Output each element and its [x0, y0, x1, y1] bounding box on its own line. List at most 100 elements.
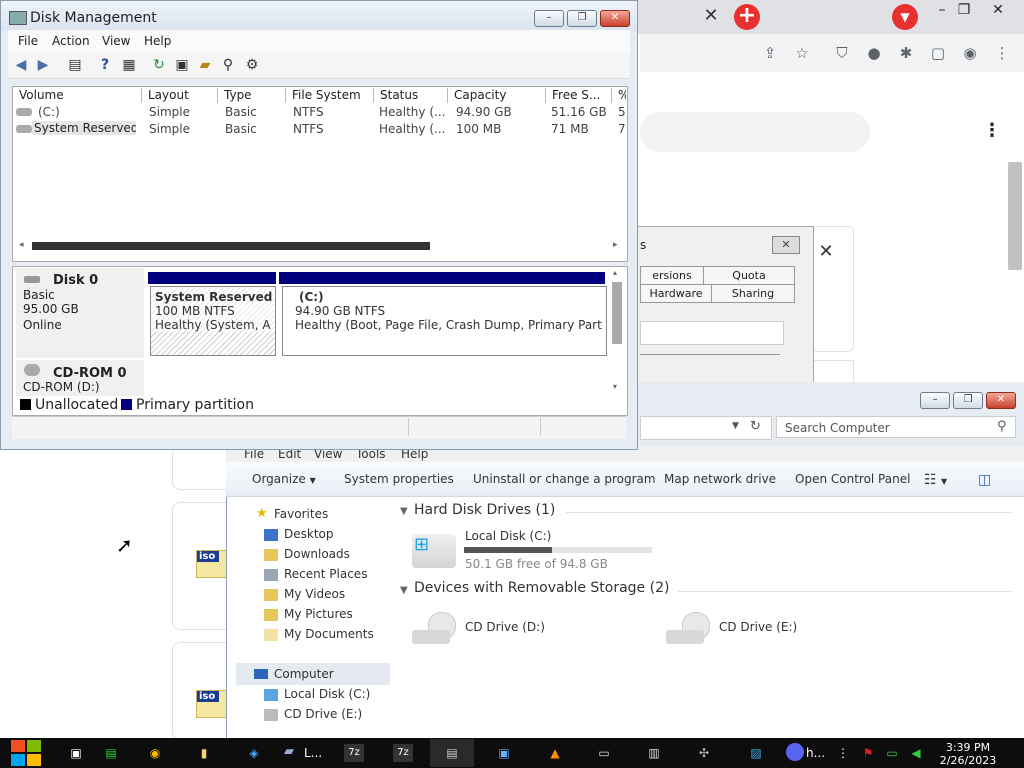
- volume-icon[interactable]: ◀: [906, 744, 926, 762]
- open-control-panel-button[interactable]: Open Control Panel: [795, 472, 910, 486]
- taskbar-clock[interactable]: 3:39 PM 2/26/2023: [928, 741, 1008, 767]
- menu-help[interactable]: Help: [144, 34, 171, 48]
- tab-sharing[interactable]: Sharing: [711, 284, 795, 303]
- side-panel-icon[interactable]: ▢: [928, 44, 948, 62]
- task-view-icon[interactable]: ▣: [66, 744, 86, 762]
- tab-previous-versions[interactable]: ersions: [640, 266, 704, 285]
- view-options-icon[interactable]: ☷ ▼: [924, 472, 947, 488]
- browser-restore-icon[interactable]: ❐: [950, 2, 978, 18]
- scroll-right-icon[interactable]: ▸: [613, 240, 618, 250]
- horizontal-scrollbar[interactable]: [32, 242, 430, 250]
- nav-item-downloads[interactable]: Downloads: [284, 547, 350, 561]
- spreadsheet-app-icon[interactable]: ▤: [101, 744, 121, 762]
- tab-search-chevron-icon[interactable]: ▼: [892, 4, 918, 30]
- partition-c[interactable]: (C:) 94.90 GB NTFS Healthy (Boot, Page F…: [282, 286, 607, 356]
- scroll-down-icon[interactable]: ▾: [613, 382, 617, 391]
- document-app-icon[interactable]: ▥: [644, 744, 664, 762]
- organize-button[interactable]: Organize ▼: [252, 472, 316, 486]
- bookmark-star-icon[interactable]: ☆: [792, 44, 812, 62]
- explorer-maximize-button[interactable]: ❐: [953, 392, 983, 409]
- tab-close-icon[interactable]: ✕: [702, 6, 720, 26]
- refresh-icon[interactable]: ↻: [750, 419, 761, 434]
- browser-close-icon[interactable]: ✕: [984, 2, 1012, 18]
- vertical-scrollbar[interactable]: [612, 282, 622, 344]
- explorer-close-button[interactable]: ✕: [986, 392, 1016, 409]
- tab-quota[interactable]: Quota: [703, 266, 795, 285]
- local-disk-name[interactable]: Local Disk (C:): [465, 529, 551, 543]
- search-input[interactable]: Search Computer: [776, 416, 1016, 438]
- column-header-free-space[interactable]: Free S...: [548, 88, 612, 103]
- nav-item-local-disk[interactable]: Local Disk (C:): [284, 687, 370, 701]
- preview-pane-icon[interactable]: ◫: [978, 472, 991, 488]
- vlc-icon[interactable]: ▲: [545, 744, 565, 762]
- overflow-menu-icon[interactable]: ⋮: [833, 744, 853, 762]
- menu-file[interactable]: File: [18, 34, 38, 48]
- column-header-capacity[interactable]: Capacity: [450, 88, 546, 103]
- hard-disk-group-header[interactable]: Hard Disk Drives (1): [414, 502, 555, 518]
- taskbar-app-l[interactable]: ▰ L...: [278, 740, 328, 766]
- chrome-icon[interactable]: ◉: [145, 744, 165, 762]
- extension-shield-icon[interactable]: ⛉: [832, 44, 852, 62]
- collapse-chevron-icon[interactable]: ▼: [400, 506, 408, 517]
- extensions-puzzle-icon[interactable]: ✱: [896, 44, 916, 62]
- disk-management-taskbar-icon[interactable]: ▤: [442, 744, 462, 762]
- properties-label-field[interactable]: [640, 321, 784, 345]
- back-icon[interactable]: ◀: [12, 56, 30, 74]
- collapse-chevron-icon[interactable]: ▼: [400, 585, 408, 596]
- column-header-volume[interactable]: Volume: [15, 88, 142, 103]
- 7zip-icon[interactable]: 7z: [393, 744, 413, 762]
- card-close-icon[interactable]: ✕: [816, 242, 836, 262]
- iso-file-icon[interactable]: iso: [196, 690, 230, 718]
- volume-name[interactable]: System Reserved: [32, 121, 136, 135]
- properties-sheet-icon[interactable]: ▣: [173, 56, 191, 74]
- column-header-type[interactable]: Type: [220, 88, 286, 103]
- address-dropdown-icon[interactable]: ▼: [732, 421, 739, 431]
- partition-system-reserved[interactable]: System Reserved 100 MB NTFS Healthy (Sys…: [150, 286, 276, 356]
- maximize-button[interactable]: ❐: [567, 10, 597, 27]
- minimize-button[interactable]: –: [534, 10, 564, 27]
- help-icon[interactable]: ?: [96, 56, 114, 74]
- cd-drive-e-name[interactable]: CD Drive (E:): [719, 620, 797, 634]
- network-app-icon[interactable]: ✣: [694, 744, 714, 762]
- image-app-icon[interactable]: ▨: [746, 744, 766, 762]
- 7zip-icon[interactable]: 7z: [344, 744, 364, 762]
- nav-item-my-pictures[interactable]: My Pictures: [284, 607, 353, 621]
- favorites-header[interactable]: Favorites: [274, 507, 328, 521]
- column-header-layout[interactable]: Layout: [144, 88, 218, 103]
- console-tree-icon[interactable]: ▤: [66, 56, 84, 74]
- settings-icon[interactable]: ⚙: [243, 56, 261, 74]
- cd-drive-d-icon[interactable]: [412, 612, 456, 646]
- nav-item-cd-drive-e[interactable]: CD Drive (E:): [284, 707, 362, 721]
- uninstall-program-button[interactable]: Uninstall or change a program: [473, 472, 656, 486]
- column-header-status[interactable]: Status: [376, 88, 448, 103]
- menu-view[interactable]: View: [102, 34, 130, 48]
- refresh-icon[interactable]: ↻: [150, 56, 168, 74]
- menu-action[interactable]: Action: [52, 34, 90, 48]
- page-menu-icon[interactable]: ⋮: [983, 120, 1001, 142]
- browser-scrollbar[interactable]: [1008, 162, 1022, 270]
- drive-app-icon[interactable]: ▭: [594, 744, 614, 762]
- page-search-bar[interactable]: [640, 112, 870, 152]
- open-folder-icon[interactable]: ▰: [196, 56, 214, 74]
- chrome-menu-icon[interactable]: ⋮: [992, 44, 1012, 62]
- search-icon[interactable]: ⚲: [997, 419, 1007, 434]
- file-explorer-icon[interactable]: ▮: [194, 744, 214, 762]
- share-icon[interactable]: ⇪: [760, 44, 780, 62]
- taskbar-app-h[interactable]: h...: [780, 740, 830, 766]
- flag-icon[interactable]: ⚑: [858, 744, 878, 762]
- vm-app-icon[interactable]: ◈: [244, 744, 264, 762]
- explorer-minimize-button[interactable]: –: [920, 392, 950, 409]
- network-status-icon[interactable]: ▭: [882, 744, 902, 762]
- nav-item-computer[interactable]: Computer: [274, 667, 334, 681]
- nav-item-my-documents[interactable]: My Documents: [284, 627, 374, 641]
- extension-avatar-icon[interactable]: ●: [864, 44, 884, 62]
- close-button[interactable]: ✕: [600, 10, 630, 27]
- system-properties-button[interactable]: System properties: [344, 472, 454, 486]
- map-network-drive-button[interactable]: Map network drive: [664, 472, 776, 486]
- nav-item-desktop[interactable]: Desktop: [284, 527, 334, 541]
- cd-drive-e-icon[interactable]: [666, 612, 710, 646]
- start-button[interactable]: [10, 739, 42, 767]
- search-icon[interactable]: ⚲: [219, 56, 237, 74]
- properties-icon[interactable]: ▦: [120, 56, 138, 74]
- profile-icon[interactable]: ◉: [960, 44, 980, 62]
